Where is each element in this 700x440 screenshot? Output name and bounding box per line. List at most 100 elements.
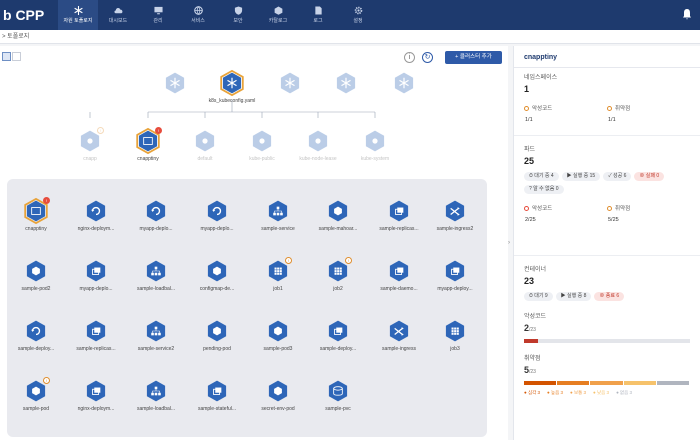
container-vuln-total: /23 [529,369,536,375]
resource-node[interactable]: configmap-de... [185,258,249,292]
node-label: sample-replicas... [379,226,419,232]
nav-item-3[interactable]: 서비스 [178,0,218,30]
resource-node[interactable]: sample-daemo... [367,258,431,292]
nav-item-2[interactable]: 관리 [138,0,178,30]
resource-node[interactable]: nginx-deploym... [64,378,128,412]
resource-node[interactable]: sample-loadbal... [124,378,188,412]
node-label: pending-pod [203,346,231,352]
resource-node[interactable]: nginx-deploym... [64,198,128,232]
cluster-node[interactable] [314,70,378,98]
nav-item-1[interactable]: 대시보드 [98,0,138,30]
nav-item-0[interactable]: 자원 토폴로지 [58,0,98,30]
resource-node[interactable]: sample-deploy... [4,318,68,352]
namespace-node[interactable]: kube-system [343,128,407,162]
status-chip: ▶ 실행 중 15 [561,172,601,181]
cluster-node[interactable] [143,70,207,98]
globe-icon [193,6,203,15]
cluster-node[interactable] [372,70,436,98]
resource-node[interactable]: ! job2 [306,257,370,292]
resource-node[interactable]: myapp-deplo... [64,258,128,292]
resource-node[interactable]: pending-pod [185,318,249,352]
cube-icon [326,198,350,224]
resource-node[interactable]: myapp-deplo... [185,198,249,232]
resource-node[interactable]: sample-mahoar... [306,198,370,232]
status-chip: ▶ 실행 중 8 [555,292,592,301]
refresh-icon [84,198,108,224]
cluster-node[interactable] [258,70,322,98]
resource-node[interactable]: sample-pod2 [4,258,68,292]
tree-icon [266,198,290,224]
container-vuln-title: 취약점 [524,356,541,362]
snow-icon [392,70,416,96]
shuffle-icon [443,198,467,224]
alert-badge: ! [155,127,162,134]
node-label: sample-ingress2 [436,226,474,232]
nav-item-4[interactable]: 보안 [218,0,258,30]
resource-node[interactable]: sample-replicas... [367,198,431,232]
container-malware-title: 악성코드 [524,314,547,320]
hub-icon [193,128,217,154]
node-label: sample-loadbal... [136,286,176,292]
pod-malware-value: 2/25 [525,217,536,223]
nav-item-label: 관리 [153,18,163,24]
refresh-icon [144,198,168,224]
namespace-malware-label: 악성코드 [532,106,553,112]
nav-item-5[interactable]: 카탈로그 [258,0,298,30]
resource-node[interactable]: sample-loadbal... [124,258,188,292]
node-label: sample-pod [22,406,50,412]
resource-node[interactable]: sample-stateful... [185,378,249,412]
resource-node[interactable]: sample-service2 [124,318,188,352]
bell-icon[interactable] [682,8,692,20]
resource-node[interactable]: secret-env-pod [246,378,310,412]
cluster-node[interactable]: k8s_kubeconfig.yaml [200,69,264,104]
severity-segment [590,381,623,385]
node-label: sample-service [261,226,295,232]
node-label: sample-pod3 [263,346,293,352]
resource-node[interactable]: sample-replicas... [64,318,128,352]
nav-item-7[interactable]: 설정 [338,0,378,30]
resource-node[interactable]: sample-pod3 [246,318,310,352]
vulnerability-status-icon [607,105,612,111]
vulnerability-status-icon [607,205,612,211]
namespace-node[interactable]: default [173,128,237,162]
refresh-icon [205,198,229,224]
nav-item-label: 카탈로그 [268,18,288,24]
severity-legend-item: ● 보통 3 [570,390,587,395]
resource-node[interactable]: myapp-deploy... [423,258,487,292]
warning-badge: ! [43,377,50,384]
resource-node[interactable]: sample-ingress [367,318,431,352]
nav-item-6[interactable]: 로그 [298,0,338,30]
cube-icon [266,378,290,404]
resource-node[interactable]: sample-deploy... [306,318,370,352]
container-vuln-ratio: 5/23 [524,365,690,375]
resource-node[interactable]: ! job1 [246,257,310,292]
resource-node[interactable]: ! sample-pod [4,377,68,412]
namespace-node[interactable]: ! cnapptiny [116,127,180,162]
pod-status-chips: ⏱ 대기 중 4 ▶ 실행 중 15 ✓ 성공 6 ⊗ 실패 0 ? 알 수 없음 0 [524,172,690,198]
pod-count: 25 [524,156,535,166]
pod-section: 파드 25 ⏱ 대기 중 4 ▶ 실행 중 15 ✓ 성공 6 ⊗ 실패 0 ? 알 수… [514,136,700,256]
snow-icon [334,70,358,96]
pod-malware-label: 악성코드 [532,206,553,212]
resource-node[interactable]: myapp-deplo... [124,198,188,232]
container-vuln-severity-bar [524,381,690,385]
topology-panel: i ↻ + 클러스터 추가 k8s_kubeconfig.yaml! cnapp!… [0,46,508,440]
namespace-node[interactable]: ! cnapp [58,127,122,162]
container-vuln-legend: ● 심각 3 ● 높음 3 ● 보통 3 ● 낮음 3 ● 없음 3 [524,390,690,396]
severity-legend-item: ● 낮음 3 [593,390,610,395]
resource-node[interactable]: sample-service [246,198,310,232]
namespace-node[interactable]: kube-node-lease [286,128,350,162]
resource-node[interactable]: sample-pvc [306,378,370,412]
resource-node[interactable]: job3 [423,318,487,352]
node-label: nginx-deploym... [77,406,115,412]
node-label: sample-deploy... [17,346,55,352]
namespace-node[interactable]: ! cnapptiny [4,197,68,232]
node-label: myapp-deplo... [79,286,113,292]
tree-icon [144,258,168,284]
namespace-node[interactable]: kube-public [230,128,294,162]
stack-icon [326,318,350,344]
resource-node[interactable]: sample-ingress2 [423,198,487,232]
cloud-icon [113,7,122,14]
node-label: sample-ingress [382,346,416,352]
container-malware-ratio: 2/23 [524,323,690,333]
